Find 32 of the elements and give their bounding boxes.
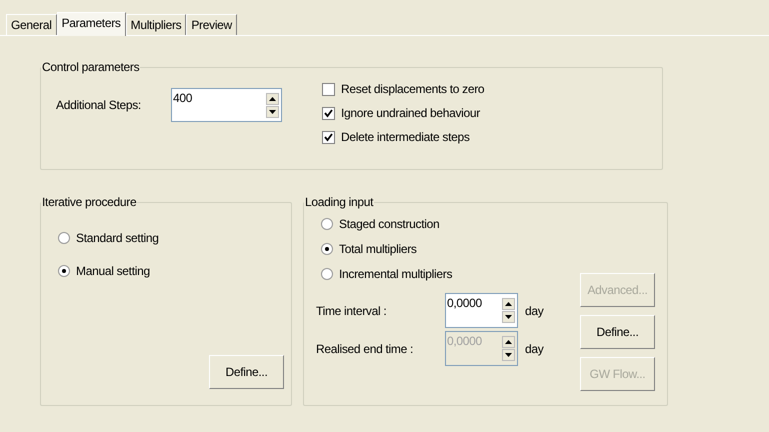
unit-label: day bbox=[525, 304, 544, 318]
field-label: Additional Steps: bbox=[56, 98, 141, 112]
radio-label: Incremental multipliers bbox=[339, 267, 452, 281]
unit-label: day bbox=[525, 342, 544, 356]
dialog-button[interactable]: Define... bbox=[580, 315, 655, 349]
field-label: Realised end time : bbox=[316, 342, 414, 356]
radio-button[interactable] bbox=[321, 268, 333, 280]
checkbox-label: Ignore undrained behaviour bbox=[341, 106, 480, 120]
radio-label: Staged construction bbox=[339, 217, 440, 231]
define-button[interactable]: Define... bbox=[209, 355, 284, 389]
checkbox[interactable] bbox=[322, 82, 335, 96]
checkbox-label: Delete intermediate steps bbox=[341, 130, 470, 144]
radio-label: Standard setting bbox=[76, 231, 159, 245]
group-title: Loading input bbox=[304, 195, 374, 209]
tab[interactable]: Preview bbox=[186, 14, 237, 35]
radio-button[interactable] bbox=[58, 232, 70, 244]
field-label: Time interval : bbox=[316, 304, 388, 318]
tab[interactable]: Parameters bbox=[56, 12, 126, 36]
radio-label: Manual setting bbox=[76, 264, 150, 278]
group-title: Iterative procedure bbox=[41, 195, 138, 209]
tab[interactable]: General bbox=[6, 14, 57, 35]
checkbox-label: Reset displacements to zero bbox=[341, 82, 484, 96]
checkbox[interactable] bbox=[322, 106, 335, 120]
radio-button[interactable] bbox=[321, 243, 333, 255]
radio-button[interactable] bbox=[321, 218, 333, 230]
radio-button[interactable] bbox=[58, 265, 70, 277]
spin-field[interactable]: 400 bbox=[170, 88, 282, 122]
checkbox[interactable] bbox=[322, 130, 335, 144]
group-title: Control parameters bbox=[41, 60, 140, 74]
radio-label: Total multipliers bbox=[339, 242, 417, 256]
spin-field[interactable]: 0,0000 bbox=[445, 293, 518, 328]
tab[interactable]: Multipliers bbox=[126, 14, 186, 35]
